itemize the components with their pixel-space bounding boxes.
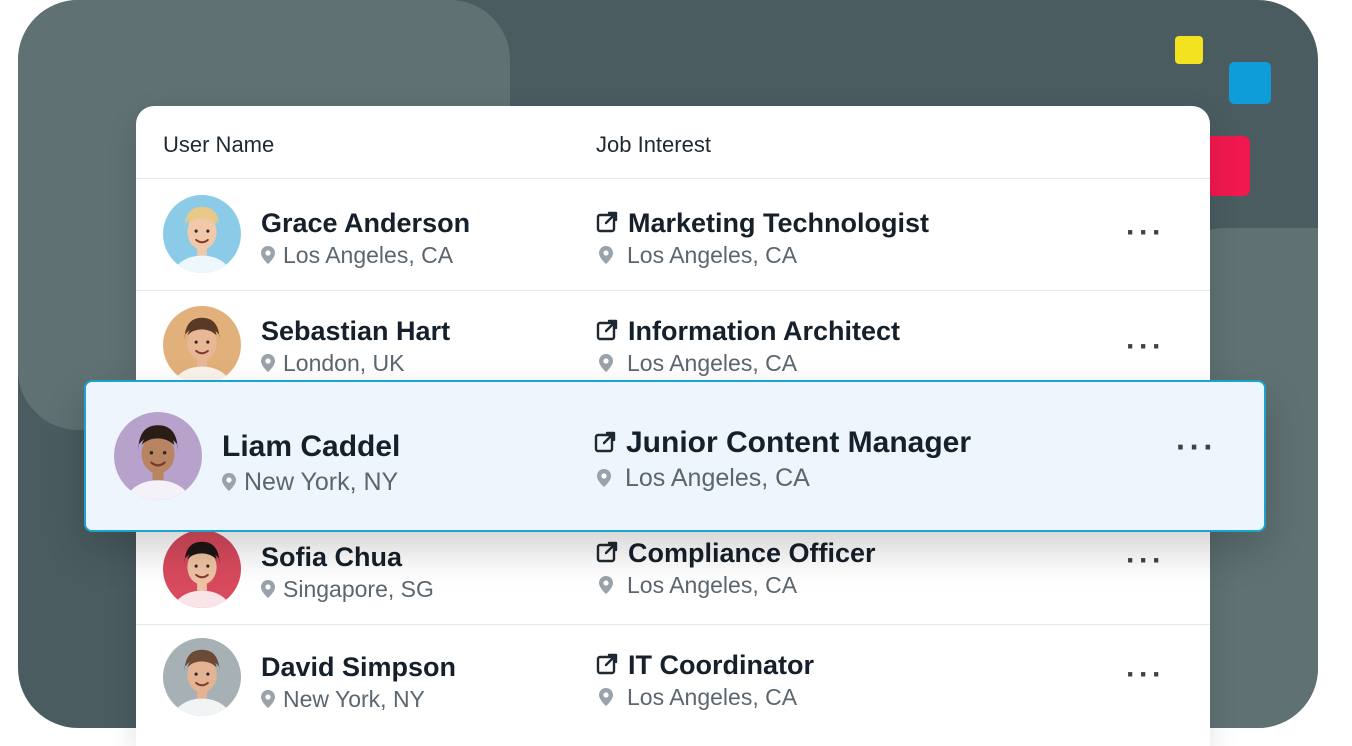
map-pin-icon [261,351,275,378]
external-link-icon[interactable] [596,317,618,348]
job-title: Compliance Officer [628,538,876,568]
job-title: Information Architect [628,316,901,346]
column-header-user-name: User Name [163,132,275,157]
avatar [163,530,241,608]
avatar [163,195,241,273]
avatar [163,638,241,716]
decor-square-yellow [1175,36,1203,64]
job-location: Los Angeles, CA [627,572,798,598]
map-pin-icon [599,243,613,270]
map-pin-icon [599,685,613,712]
table-row[interactable]: Grace Anderson Los Angeles, CA Marketing… [136,178,1210,291]
table-row-selected[interactable]: Liam Caddel New York, NY Junior Content … [84,380,1266,532]
user-location: London, UK [283,350,405,376]
more-options-button[interactable]: ··· [1126,546,1165,576]
more-options-button[interactable]: ··· [1126,660,1165,690]
user-location: New York, NY [283,686,425,712]
job-title: IT Coordinator [628,650,814,680]
user-name: Liam Caddel [222,430,401,463]
job-title: Junior Content Manager [626,426,972,459]
job-title: Marketing Technologist [628,208,930,238]
column-header-job-interest: Job Interest [596,132,711,157]
map-pin-icon [261,577,275,604]
user-location: New York, NY [244,468,399,496]
job-location: Los Angeles, CA [627,684,798,710]
table-header: User Name Job Interest [136,106,1210,179]
map-pin-icon [261,243,275,270]
map-pin-icon [599,351,613,378]
more-options-button[interactable]: ··· [1126,218,1165,248]
avatar [163,306,241,384]
avatar [114,412,202,500]
external-link-icon[interactable] [596,539,618,570]
decor-square-blue [1229,62,1271,104]
user-name: Grace Anderson [261,208,471,238]
external-link-icon[interactable] [596,651,618,682]
more-options-button[interactable]: ··· [1126,332,1165,362]
table-row[interactable]: David Simpson New York, NY IT Coordinato… [136,624,1210,736]
map-pin-icon [597,465,611,494]
job-location: Los Angeles, CA [627,242,798,268]
map-pin-icon [599,573,613,600]
user-name: David Simpson [261,652,457,682]
map-pin-icon [261,687,275,714]
user-name: Sofia Chua [261,542,403,572]
external-link-icon[interactable] [594,427,616,461]
map-pin-icon [222,469,236,498]
user-location: Los Angeles, CA [283,242,454,268]
job-location: Los Angeles, CA [625,464,810,492]
job-location: Los Angeles, CA [627,350,798,376]
external-link-icon[interactable] [596,209,618,240]
user-location: Singapore, SG [283,576,434,602]
user-name: Sebastian Hart [261,316,451,346]
more-options-button[interactable]: ··· [1176,431,1217,463]
